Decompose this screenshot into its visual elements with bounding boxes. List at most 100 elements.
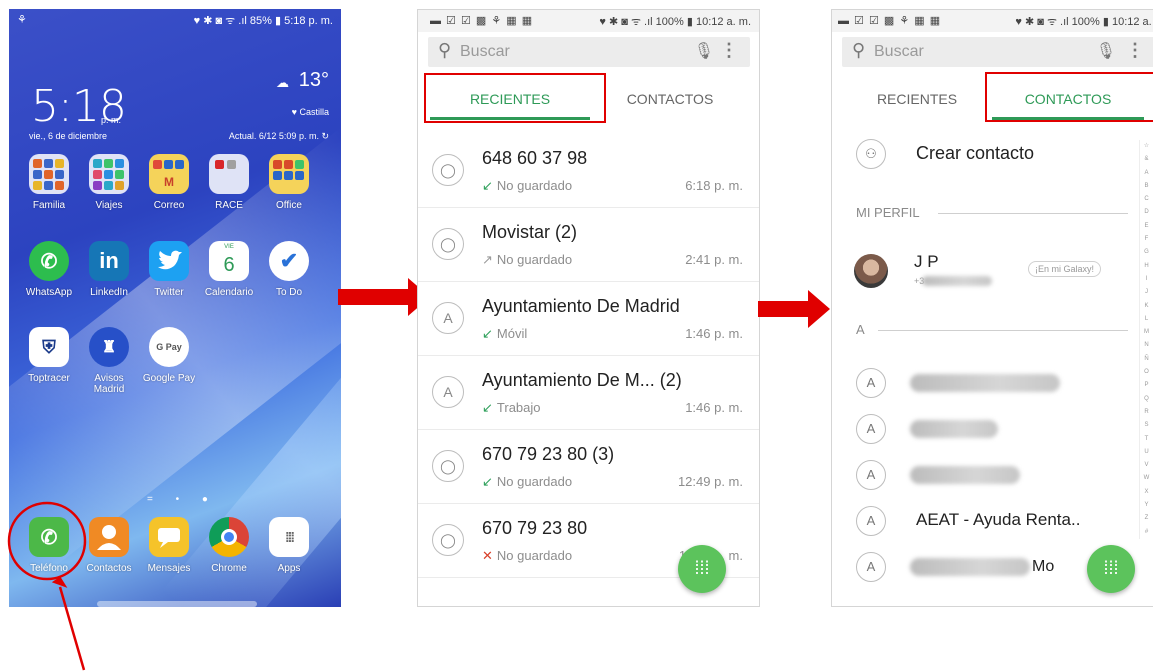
- call-log-row[interactable]: A Ayuntamiento De Madrid ↙ Móvil 1:46 p. …: [418, 282, 759, 356]
- my-profile-row[interactable]: J P +3 ¡En mi Galaxy!: [832, 246, 1153, 298]
- app-office-folder[interactable]: Office: [259, 154, 319, 211]
- app-viajes-folder[interactable]: Viajes: [79, 154, 139, 211]
- app-label: WhatsApp: [25, 287, 73, 298]
- app-calendario[interactable]: VIE 6 Calendario: [199, 241, 259, 298]
- tab-recientes[interactable]: RECIENTES: [842, 74, 992, 126]
- twitter-bird-icon: [149, 241, 189, 281]
- app-google-pay[interactable]: G Pay Google Pay: [139, 327, 199, 384]
- app-linkedin[interactable]: in LinkedIn: [79, 241, 139, 298]
- page-indicator: = • ●: [147, 494, 218, 505]
- redacted-contact-name: [910, 374, 1060, 392]
- folder-icon: [29, 154, 69, 194]
- incoming-call-icon: ↙: [482, 400, 493, 415]
- section-header-profile: MI PERFIL: [856, 205, 1128, 220]
- app-label: Calendario: [204, 287, 254, 298]
- dialpad-fab[interactable]: ⁞⁞⁞: [1087, 545, 1135, 593]
- create-contact-label: Crear contacto: [916, 143, 1035, 163]
- app-correo-folder[interactable]: M Correo: [139, 154, 199, 211]
- app-race-folder[interactable]: RACE: [199, 154, 259, 211]
- whatsapp-icon: ✆: [29, 241, 69, 281]
- call-type: ↙ Móvil: [482, 326, 528, 341]
- call-type: ↙ No guardado: [482, 474, 573, 489]
- app-label: Office: [276, 200, 302, 211]
- folder-icon: M: [149, 154, 189, 194]
- calendar-date: 6: [223, 253, 235, 276]
- folder-icon: [269, 154, 309, 194]
- weather-city: ♥ Castilla: [291, 107, 329, 117]
- flow-arrow-right-icon: [758, 290, 830, 328]
- search-bar[interactable]: ⚲ Buscar 🎙 ⋮: [428, 37, 750, 67]
- app-label: Apps: [277, 563, 301, 574]
- tutorial-canvas: ⚘ ♥ ✱ ◙ ᯤ .ıl 85% ▮ 5:18 p. m. 5:18 p. m…: [0, 0, 1153, 672]
- search-placeholder: Buscar: [460, 43, 510, 60]
- app-familia-folder[interactable]: Familia: [19, 154, 79, 211]
- app-mensajes[interactable]: Mensajes: [139, 517, 199, 574]
- search-placeholder: Buscar: [874, 43, 924, 60]
- incoming-call-icon: ↙: [482, 326, 493, 341]
- call-log-row[interactable]: ◯ 648 60 37 98 ↙ No guardado 6:18 p. m.: [418, 134, 759, 208]
- app-toptracer[interactable]: ⛨ Toptracer: [19, 327, 79, 384]
- dock-divider: [97, 601, 257, 607]
- highlight-box-recientes: [424, 73, 606, 123]
- more-options-icon[interactable]: ⋮: [1126, 40, 1144, 61]
- app-whatsapp[interactable]: ✆ WhatsApp: [19, 241, 79, 298]
- app-label: Google Pay: [142, 373, 196, 384]
- call-type: ↙ Trabajo: [482, 400, 541, 415]
- contact-row[interactable]: A: [832, 360, 1153, 406]
- clock-ampm: p. m.: [101, 115, 122, 125]
- dialpad-fab[interactable]: ⁞⁞⁞: [678, 545, 726, 593]
- add-person-icon: ⚇: [856, 139, 886, 169]
- person-placeholder-icon: ◯: [432, 154, 464, 186]
- weather-icon: ☁: [276, 75, 289, 90]
- calendar-icon: VIE 6: [209, 241, 249, 281]
- call-log-row[interactable]: A Ayuntamiento De M... (2) ↙ Trabajo 1:46…: [418, 356, 759, 430]
- contact-name-partial: Mo: [1032, 558, 1055, 575]
- weather-temperature[interactable]: 13°: [299, 69, 329, 92]
- search-bar[interactable]: ⚲ Buscar 🎙 ⋮: [842, 37, 1153, 67]
- weather-updated: Actual. 6/12 5:09 p. m. ↻: [228, 131, 329, 141]
- highlight-circle-phone: [7, 501, 87, 671]
- microphone-icon[interactable]: 🎙: [694, 41, 714, 61]
- alphabet-index-scrollbar[interactable]: ☆ & A B C D E F G H I J K L M N Ñ O P Q R S T U V W X Y Z #: [1139, 140, 1153, 539]
- highlight-box-contactos: [985, 72, 1153, 122]
- create-contact-row[interactable]: ⚇ Crear contacto: [832, 131, 1153, 179]
- app-avisos-madrid[interactable]: ♜ Avisos Madrid: [79, 327, 139, 395]
- app-todo[interactable]: ✔ To Do: [259, 241, 319, 298]
- search-icon: ⚲: [852, 40, 866, 60]
- contact-row[interactable]: A: [832, 406, 1153, 452]
- call-name: Movistar (2): [482, 222, 578, 242]
- redacted-contact-name: [910, 558, 1030, 576]
- status-right: ♥ ✱ ◙ ᯤ .ıl 100% ▮ 10:12 a. m.: [1015, 16, 1153, 28]
- call-time: 1:46 p. m.: [685, 326, 743, 341]
- call-time: 1:46 p. m.: [685, 400, 743, 415]
- letter-avatar: A: [856, 368, 886, 398]
- folder-icon: [209, 154, 249, 194]
- dialpad-icon: ⁞⁞⁞: [694, 558, 710, 578]
- app-label: Toptracer: [28, 373, 70, 384]
- app-drawer[interactable]: ⁞⁞⁞ Apps: [259, 517, 319, 574]
- more-options-icon[interactable]: ⋮: [720, 40, 738, 61]
- app-label: Avisos Madrid: [93, 373, 125, 395]
- folder-icon: [89, 154, 129, 194]
- contact-row[interactable]: A AEAT - Ayuda Renta..: [832, 498, 1153, 544]
- app-label: Correo: [153, 200, 185, 211]
- status-bar: ⚘ ♥ ✱ ◙ ᯤ .ıl 85% ▮ 5:18 p. m.: [9, 9, 341, 31]
- linkedin-icon: in: [89, 241, 129, 281]
- microphone-icon[interactable]: 🎙: [1096, 41, 1116, 61]
- app-label: RACE: [215, 200, 243, 211]
- call-log-row[interactable]: ◯ 670 79 23 80 (3) ↙ No guardado 12:49 p.…: [418, 430, 759, 504]
- redacted-number: [922, 276, 992, 286]
- call-log-row[interactable]: ◯ Movistar (2) ↗ No guardado 2:41 p. m.: [418, 208, 759, 282]
- app-twitter[interactable]: Twitter: [139, 241, 199, 298]
- letter-avatar: A: [856, 414, 886, 444]
- madrid-crest-icon: ♜: [89, 327, 129, 367]
- toptracer-shield-icon: ⛨: [29, 327, 69, 367]
- letter-avatar: A: [432, 376, 464, 408]
- app-label: Familia: [32, 200, 66, 211]
- status-left: ⚘: [17, 14, 27, 26]
- status-bar: ▬ ☑ ☑ ▩ ⚘ ▦ ▦ ♥ ✱ ◙ ᯤ .ıl 100% ▮ 10:12 a…: [832, 10, 1153, 32]
- app-chrome[interactable]: Chrome: [199, 517, 259, 574]
- contact-row[interactable]: A: [832, 452, 1153, 498]
- tab-contactos[interactable]: CONTACTOS: [590, 74, 750, 126]
- contact-name: AEAT - Ayuda Renta..: [916, 510, 1081, 529]
